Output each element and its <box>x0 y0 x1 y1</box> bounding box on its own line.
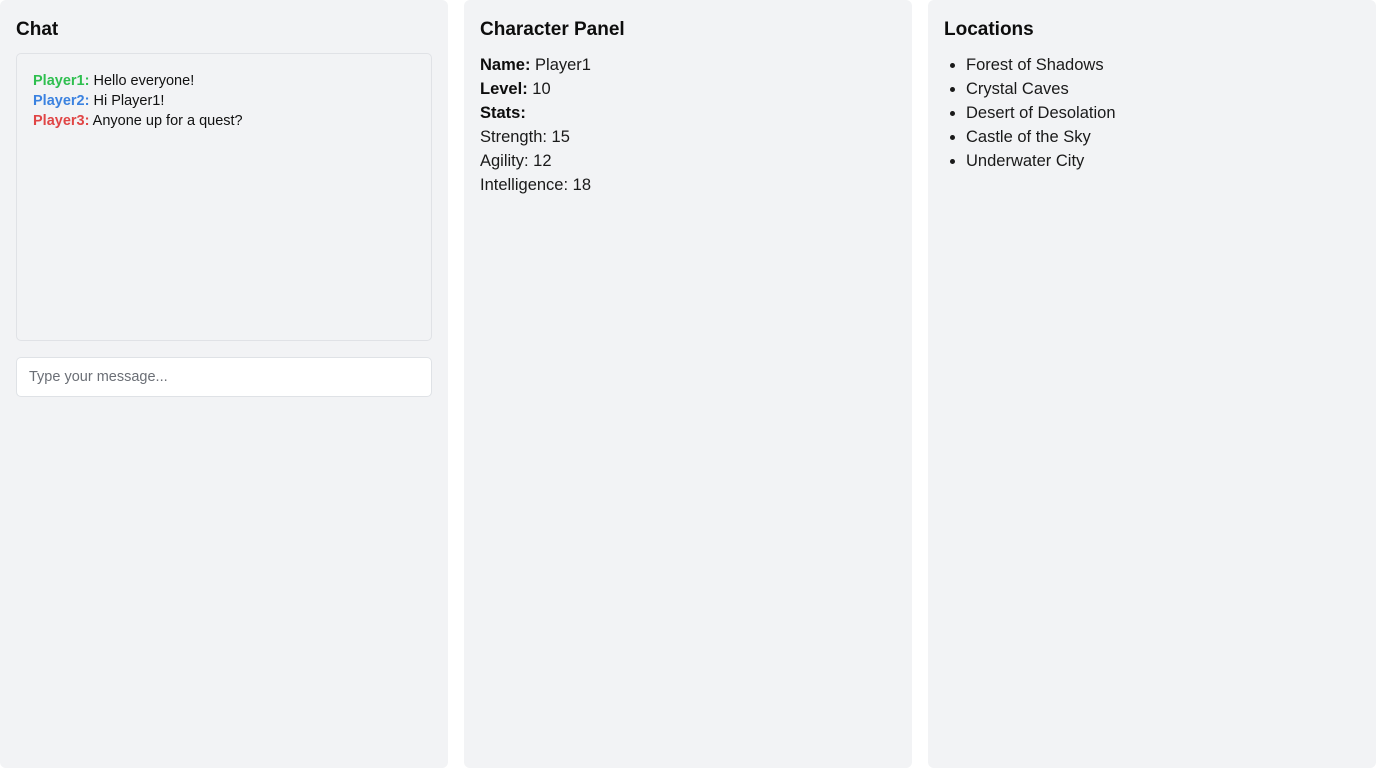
chat-message-input[interactable] <box>16 357 432 397</box>
chat-title: Chat <box>16 19 59 40</box>
character-name: Name: Player1 <box>480 53 896 77</box>
level-value: 10 <box>532 80 551 98</box>
message-author: Player2: <box>33 93 90 109</box>
app-layout: Chat Player1: Hello everyone! Player2: H… <box>0 0 1376 768</box>
name-value: Player1 <box>535 56 591 74</box>
message-author: Player3: <box>33 113 90 129</box>
chat-message: Player2: Hi Player1! <box>33 91 415 111</box>
character-level: Level: 10 <box>480 77 896 101</box>
chat-panel: Chat Player1: Hello everyone! Player2: H… <box>0 0 448 768</box>
location-item[interactable]: Castle of the Sky <box>966 125 1360 149</box>
chat-message: Player1: Hello everyone! <box>33 71 415 91</box>
stat-agility: Agility: 12 <box>480 152 552 170</box>
chat-log[interactable]: Player1: Hello everyone! Player2: Hi Pla… <box>16 53 432 341</box>
location-item[interactable]: Desert of Desolation <box>966 101 1360 125</box>
locations-title: Locations <box>944 19 1034 40</box>
location-item[interactable]: Underwater City <box>966 149 1360 173</box>
stat-strength: Strength: 15 <box>480 128 570 146</box>
character-panel: Character Panel Name: Player1 Level: 10 … <box>464 0 912 768</box>
locations-list: Forest of Shadows Crystal Caves Desert o… <box>944 53 1360 173</box>
message-text: Hi Player1! <box>93 93 165 109</box>
location-item[interactable]: Crystal Caves <box>966 77 1360 101</box>
level-label: Level: <box>480 80 528 98</box>
message-author: Player1: <box>33 73 90 89</box>
locations-panel: Locations Forest of Shadows Crystal Cave… <box>928 0 1376 768</box>
stats-label: Stats: <box>480 104 526 122</box>
stat-intelligence: Intelligence: 18 <box>480 176 591 194</box>
chat-message: Player3: Anyone up for a quest? <box>33 111 415 131</box>
name-label: Name: <box>480 56 531 74</box>
message-text: Anyone up for a quest? <box>92 113 243 129</box>
location-item[interactable]: Forest of Shadows <box>966 53 1360 77</box>
character-panel-title: Character Panel <box>480 19 625 40</box>
stats-heading: Stats: <box>480 101 896 125</box>
message-text: Hello everyone! <box>93 73 195 89</box>
